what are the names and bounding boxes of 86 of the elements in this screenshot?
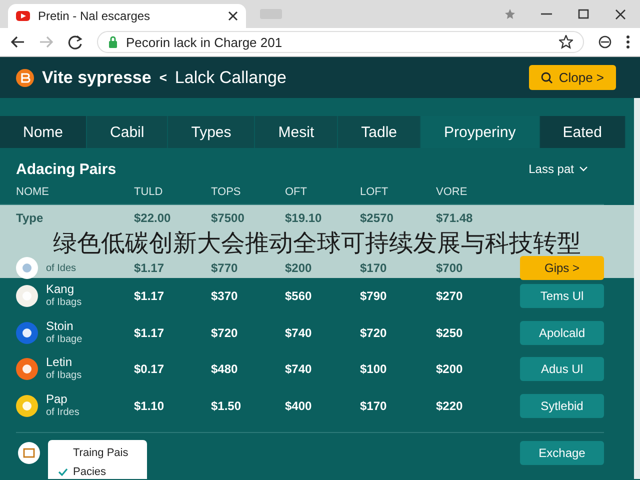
asset-subtitle: of Ibags <box>46 296 82 310</box>
menu-item[interactable]: Pacies <box>58 464 147 479</box>
browser-tab[interactable]: Pretin - Nal escarges <box>8 4 246 28</box>
table-cell-text: $1.17 <box>134 261 166 275</box>
section-title: Adacing Pairs <box>16 160 116 178</box>
asset-name: Letin <box>46 356 74 370</box>
tab-title: Pretin - Nal escarges <box>38 9 152 23</box>
search-icon <box>540 72 553 84</box>
back-arrow-icon <box>10 35 25 49</box>
separator-glyph: < <box>159 70 167 85</box>
nav-tab[interactable]: Mesit <box>255 116 338 148</box>
table-cell-text: $1.10 <box>134 398 166 413</box>
nav-tab[interactable]: Cabil <box>87 116 168 148</box>
table-cell-text: $790 <box>360 289 388 304</box>
table-cell-text: $480 <box>211 362 239 376</box>
column-header: OFT <box>285 186 308 198</box>
table-cell-text: $200 <box>436 362 464 376</box>
asset-name: Kang <box>46 283 76 296</box>
table-cell-text: $170 <box>360 398 388 413</box>
table-cell-text: $1.17 <box>134 326 166 340</box>
table-cell-text: $200 <box>285 261 313 275</box>
wallet-icon <box>18 442 40 464</box>
bookmark-star-icon <box>559 35 573 49</box>
header-button[interactable]: Clope > <box>528 65 616 90</box>
asset-subtitle: of Ibage <box>46 332 82 346</box>
lock-icon <box>108 36 118 48</box>
action-button[interactable]: Apolcald <box>520 320 604 345</box>
table-cell-text: $740 <box>285 326 313 340</box>
table-cell-text: $100 <box>360 362 388 376</box>
table-cell-text: $220 <box>436 398 464 413</box>
coin-logo-icon <box>16 68 34 86</box>
maximize-icon <box>578 9 589 19</box>
address-bar[interactable]: Pecorin lack in Charge 201 <box>97 31 584 53</box>
asset-subtitle: of Ides <box>46 262 76 274</box>
action-button[interactable]: Tems Ul <box>520 284 604 308</box>
filter-dropdown[interactable]: Lass pat <box>522 161 594 177</box>
table-cell-text: $370 <box>211 289 239 304</box>
column-header: NOME <box>16 186 50 198</box>
close-icon <box>615 8 626 20</box>
app-title: Vite sypresse <box>42 68 152 88</box>
asset-subtitle: of Irdes <box>46 406 80 419</box>
table-cell-text: $170 <box>360 261 388 275</box>
star-icon <box>505 9 515 19</box>
table-cell-text: $71.48 <box>436 210 474 224</box>
table-cell-text: $19.10 <box>285 210 323 224</box>
table-cell-text: $270 <box>436 289 464 304</box>
action-button[interactable]: Sytlebid <box>520 394 604 418</box>
table-cell-text: $0.17 <box>134 362 166 376</box>
nav-tab[interactable]: Types <box>168 116 256 148</box>
action-button[interactable]: Gips > <box>520 256 604 280</box>
table-cell-text: $1.17 <box>134 289 166 304</box>
reload-icon <box>68 34 83 50</box>
checkmark-icon <box>58 466 68 477</box>
nav-tab[interactable]: Eated <box>540 116 626 148</box>
table-cell-text: $1.50 <box>211 398 242 413</box>
table-cell-text: $700 <box>436 261 464 275</box>
asset-name: Stoin <box>46 320 74 333</box>
table-cell-text: $250 <box>436 326 464 340</box>
chevron-down-icon <box>579 166 588 172</box>
video-logo-icon <box>16 10 30 22</box>
row-label: Type <box>16 210 44 224</box>
menu-icon <box>626 35 630 49</box>
forward-arrow-icon <box>39 35 54 49</box>
table-cell-text: $7500 <box>211 210 246 224</box>
table-cell-text: $720 <box>211 326 239 340</box>
nav-tab[interactable]: Nome <box>0 116 88 148</box>
table-cell-text: $400 <box>285 398 313 413</box>
column-header: TULD <box>134 186 164 198</box>
table-cell-text: $770 <box>211 261 239 275</box>
table-cell-text: $720 <box>360 326 388 340</box>
table-cell-text: $560 <box>285 289 313 304</box>
app-subtitle: Lalck Callange <box>174 68 286 88</box>
asset-name: Pap <box>46 392 68 406</box>
exchange-button[interactable]: Exchage <box>520 441 604 465</box>
asset-subtitle: of Ibags <box>46 369 82 382</box>
close-icon <box>228 11 238 21</box>
table-cell-text: $740 <box>285 362 313 376</box>
caption-banner: 绿色低碳创新大会推动全球可持续发展与科技转型 <box>0 230 634 256</box>
column-header: TOPS <box>211 186 242 198</box>
table-cell-text: $22.00 <box>134 210 172 224</box>
nav-tab[interactable]: Tadle <box>338 116 422 148</box>
menu-item[interactable]: Traing Pais <box>58 446 147 460</box>
column-header: VORE <box>436 186 468 198</box>
action-button[interactable]: Adus Ul <box>520 357 604 382</box>
table-cell-text: $2570 <box>360 210 394 224</box>
column-header: LOFT <box>360 186 390 198</box>
